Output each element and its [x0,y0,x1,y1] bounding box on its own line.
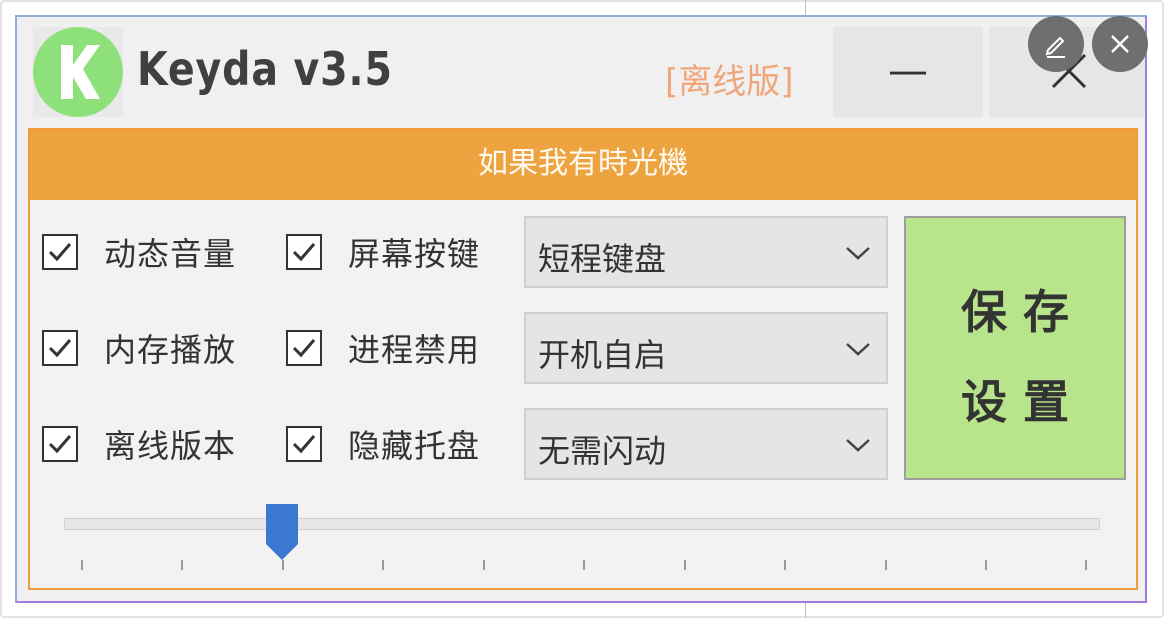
checkmark-icon [292,339,316,358]
app-window: Keyda v3.5 [离线版] — 如果我有時光機 动态音量 屏幕按键 内存播… [15,15,1147,603]
save-button-line-2: 设 置 [960,375,1069,429]
app-title: Keyda v3.5 [137,42,393,96]
slider-tick [382,560,384,570]
slider-tick [885,560,887,570]
checkbox[interactable] [286,426,322,462]
edit-overlay-button[interactable] [1028,16,1084,72]
close-overlay-button[interactable] [1092,16,1148,72]
checkbox[interactable] [42,426,78,462]
slider-tick [483,560,485,570]
option-dynamic-volume[interactable]: 动态音量 [42,232,237,273]
slider-tick [583,560,585,570]
slider-thumb[interactable] [264,502,300,562]
option-label: 隐藏托盘 [348,427,481,465]
checkmark-icon [48,435,72,454]
slider-tick [81,560,83,570]
option-offline-version[interactable]: 离线版本 [42,424,237,465]
slider-tick [684,560,686,570]
option-memory-playback[interactable]: 内存播放 [42,328,237,369]
checkbox[interactable] [42,330,78,366]
option-label: 动态音量 [104,235,237,273]
chevron-down-icon [846,247,870,260]
select-value: 短程键盘 [538,240,667,278]
startup-select[interactable]: 开机自启 [524,312,888,384]
option-label: 进程禁用 [348,331,481,369]
save-button-line-1: 保 存 [960,285,1069,339]
close-icon [1111,35,1129,53]
option-hide-tray[interactable]: 隐藏托盘 [286,424,481,465]
option-screen-keys[interactable]: 屏幕按键 [286,232,481,273]
checkbox[interactable] [42,234,78,270]
option-label: 屏幕按键 [348,235,481,273]
checkmark-icon [292,243,316,262]
slider-tick [985,560,987,570]
checkbox[interactable] [286,234,322,270]
option-label: 内存播放 [104,331,237,369]
banner: 如果我有時光機 [30,130,1136,200]
flash-select[interactable]: 无需闪动 [524,408,888,480]
app-logo [33,27,123,117]
keyboard-mode-select[interactable]: 短程键盘 [524,216,888,288]
checkmark-icon [48,243,72,262]
select-value: 开机自启 [538,336,667,374]
option-label: 离线版本 [104,427,237,465]
select-value: 无需闪动 [538,432,667,470]
checkbox[interactable] [286,330,322,366]
pencil-icon [1045,36,1065,58]
checkmark-icon [48,339,72,358]
content-panel: 如果我有時光機 动态音量 屏幕按键 内存播放 进程禁用 离线版本 隐藏托盘 短程… [28,128,1138,590]
chevron-down-icon [846,343,870,356]
option-process-disable[interactable]: 进程禁用 [286,328,481,369]
slider-tick [181,560,183,570]
slider-tick [282,560,284,570]
checkmark-icon [292,435,316,454]
edition-label: [离线版] [665,62,794,102]
slider-track[interactable] [64,518,1100,530]
k-logo-icon [61,45,100,99]
chevron-down-icon [846,439,870,452]
slider-tick [784,560,786,570]
volume-slider[interactable] [42,492,1132,588]
save-settings-button[interactable]: 保 存 设 置 [904,216,1126,480]
slider-tick [1085,560,1087,570]
minimize-button[interactable]: — [833,27,983,117]
